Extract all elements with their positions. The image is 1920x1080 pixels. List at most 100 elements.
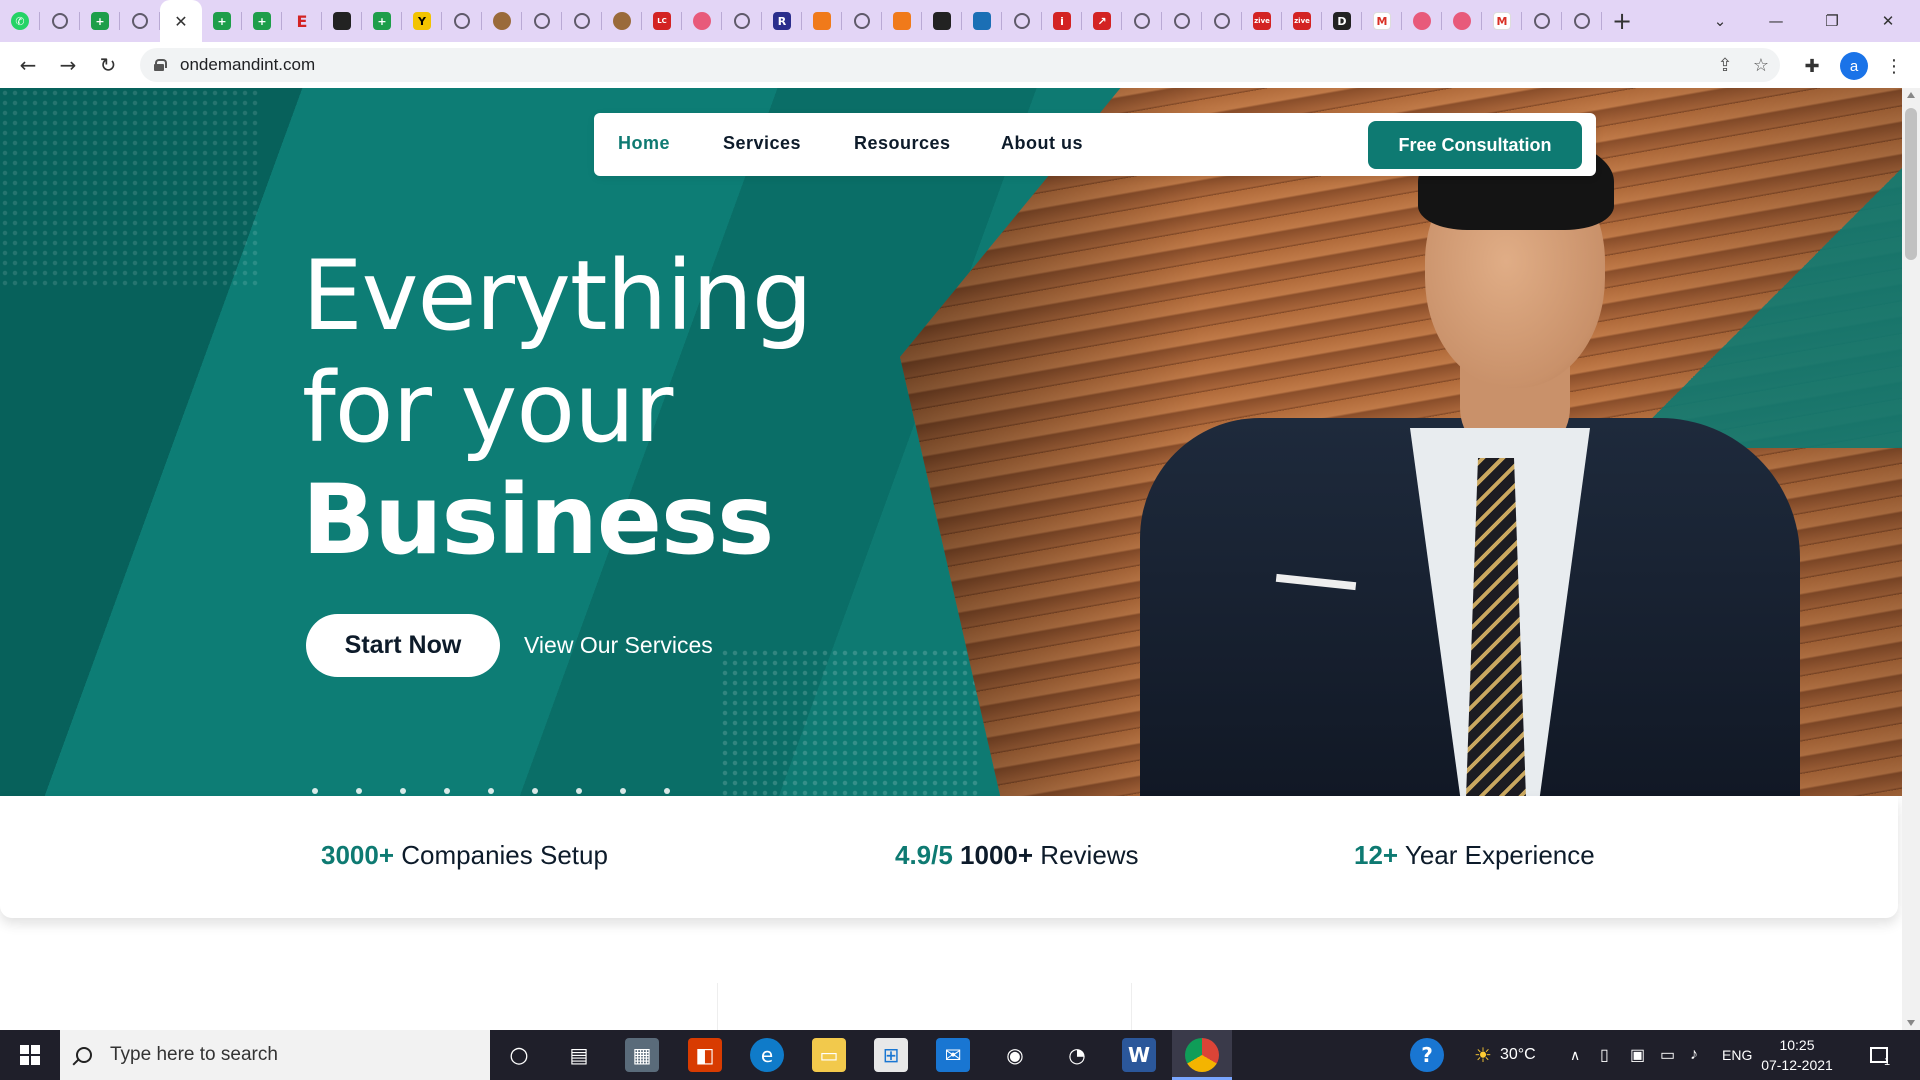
close-window-icon[interactable]: ✕ [1860,0,1916,42]
browser-tab[interactable] [802,0,842,42]
app-circle-icon[interactable]: ◉ [998,1038,1032,1072]
browser-tab[interactable] [922,0,962,42]
browser-tab[interactable] [722,0,762,42]
nav-services[interactable]: Services [723,133,801,154]
tray-monitor-icon[interactable]: ▣ [1630,1030,1645,1080]
browser-tab[interactable]: R [762,0,802,42]
forward-icon[interactable]: → [48,45,88,85]
browser-tab[interactable]: + [202,0,242,42]
system-clock[interactable]: 10:25 07-12-2021 [1752,1035,1842,1075]
slider-dot[interactable] [620,788,626,794]
menu-kebab-icon[interactable]: ⋮ [1880,52,1908,80]
chrome-icon[interactable] [1185,1038,1219,1072]
browser-tab[interactable] [442,0,482,42]
browser-tab[interactable]: ✕ [160,0,202,42]
browser-tab[interactable] [1562,0,1602,42]
slider-dot[interactable] [400,788,406,794]
weather-widget[interactable]: ☀ 30°C [1474,1030,1536,1080]
slider-dot[interactable] [356,788,362,794]
file-explorer-icon[interactable]: ▭ [812,1038,846,1072]
browser-tab[interactable] [40,0,80,42]
browser-tab[interactable] [562,0,602,42]
page-scrollbar[interactable] [1902,88,1920,1030]
scroll-up-icon[interactable] [1907,92,1915,98]
browser-tab[interactable]: ✆ [0,0,40,42]
slider-dot[interactable] [532,788,538,794]
browser-tab[interactable]: + [80,0,120,42]
address-bar[interactable]: ondemandint.com ⇪ ☆ [140,48,1780,82]
browser-tab[interactable] [842,0,882,42]
browser-tab[interactable]: E [282,0,322,42]
free-consultation-button[interactable]: Free Consultation [1368,121,1582,169]
clock-app-icon[interactable]: ◔ [1060,1038,1094,1072]
browser-tab[interactable] [1122,0,1162,42]
browser-tab[interactable]: + [362,0,402,42]
browser-tab[interactable] [1442,0,1482,42]
restore-icon[interactable]: ❐ [1804,0,1860,42]
browser-tab[interactable]: LC [642,0,682,42]
scroll-down-icon[interactable] [1907,1020,1915,1026]
language-indicator[interactable]: ENG [1722,1030,1752,1080]
back-icon[interactable]: ← [8,45,48,85]
browser-tab[interactable] [962,0,1002,42]
slider-dot[interactable] [664,788,670,794]
browser-tab[interactable]: zive [1242,0,1282,42]
browser-tab[interactable] [1162,0,1202,42]
minimize-icon[interactable]: — [1748,0,1804,42]
search-placeholder[interactable]: Type here to search [110,1044,278,1066]
browser-tab[interactable] [1002,0,1042,42]
browser-tab[interactable] [882,0,922,42]
calculator-icon[interactable]: ▦ [625,1038,659,1072]
browser-tab[interactable] [602,0,642,42]
slider-dot[interactable] [576,788,582,794]
nav-home[interactable]: Home [618,133,670,154]
browser-tab[interactable] [1522,0,1562,42]
tray-chevron-icon[interactable]: ∧ [1570,1030,1580,1080]
edge-icon[interactable]: e [750,1038,784,1072]
browser-tab[interactable] [1202,0,1242,42]
browser-tab[interactable] [120,0,160,42]
browser-tab[interactable]: M [1482,0,1522,42]
browser-tab[interactable]: D [1322,0,1362,42]
mail-icon[interactable]: ✉ [936,1038,970,1072]
profile-avatar[interactable]: a [1840,52,1868,80]
start-now-button[interactable]: Start Now [306,614,500,677]
share-icon[interactable]: ⇪ [1710,48,1740,82]
lock-icon[interactable] [154,59,167,71]
browser-tab[interactable]: i [1042,0,1082,42]
cortana-icon[interactable]: ○ [502,1038,536,1072]
browser-tab[interactable] [482,0,522,42]
start-button[interactable] [0,1030,60,1080]
browser-tab[interactable] [1402,0,1442,42]
word-icon[interactable]: W [1122,1038,1156,1072]
browser-tab[interactable]: zive [1282,0,1322,42]
browser-tab[interactable]: + [242,0,282,42]
office-icon[interactable]: ◧ [688,1038,722,1072]
slider-dot[interactable] [312,788,318,794]
view-services-link[interactable]: View Our Services [524,632,713,659]
browser-tab[interactable] [522,0,562,42]
close-icon[interactable]: ✕ [174,12,187,31]
nav-about-us[interactable]: About us [1001,133,1083,154]
browser-tab[interactable]: ↗ [1082,0,1122,42]
slider-dot[interactable] [444,788,450,794]
store-icon[interactable]: ⊞ [874,1038,908,1072]
browser-tab[interactable]: M [1362,0,1402,42]
browser-tab[interactable]: Y [402,0,442,42]
tab-search-chevron-icon[interactable]: ⌄ [1692,0,1748,42]
scroll-thumb[interactable] [1905,108,1917,260]
battery-icon[interactable]: ▭ [1660,1030,1675,1080]
url-text[interactable]: ondemandint.com [180,55,315,75]
tray-device-icon[interactable]: ▯ [1600,1030,1609,1080]
help-icon[interactable]: ? [1410,1038,1444,1072]
taskbar-search[interactable]: Type here to search [60,1030,490,1080]
nav-resources[interactable]: Resources [854,133,951,154]
reload-icon[interactable]: ↻ [88,45,128,85]
browser-tab[interactable] [322,0,362,42]
volume-icon[interactable]: ♪ [1690,1030,1698,1080]
new-tab-icon[interactable]: + [1602,0,1642,42]
bookmark-star-icon[interactable]: ☆ [1746,48,1776,82]
browser-tab[interactable] [682,0,722,42]
task-view-icon[interactable]: ▤ [562,1038,596,1072]
extensions-puzzle-icon[interactable]: ✚ [1798,52,1826,80]
